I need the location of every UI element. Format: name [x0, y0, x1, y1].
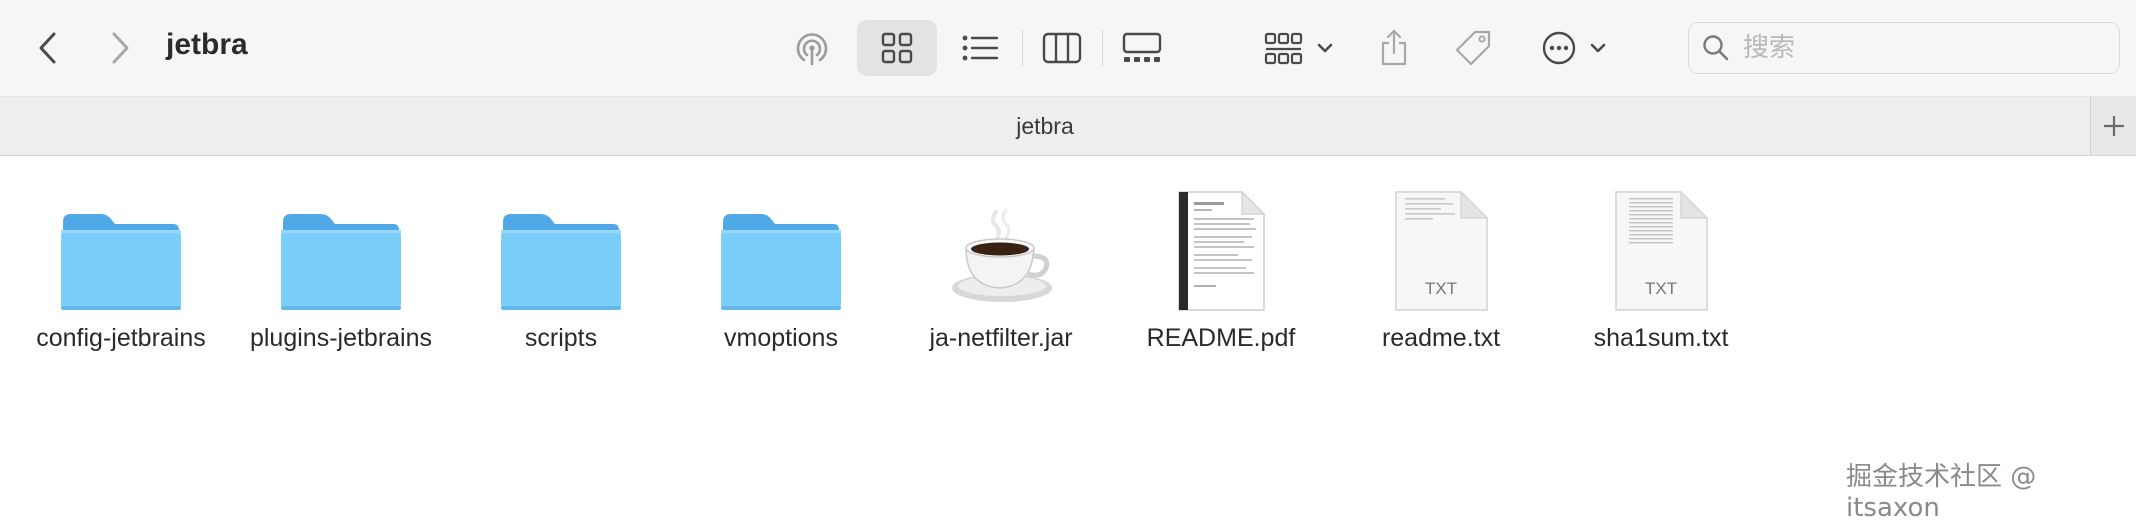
txt-badge: TXT: [1645, 279, 1677, 298]
file-name: sha1sum.txt: [1593, 324, 1729, 352]
text-document-icon: TXT: [1615, 190, 1709, 311]
column-view-button[interactable]: [1034, 20, 1090, 76]
tab-jetbra[interactable]: jetbra: [0, 97, 2090, 155]
chevron-down-icon: [1590, 43, 1606, 53]
list-icon: [962, 35, 999, 61]
tag-icon: [1455, 30, 1491, 66]
list-view-button[interactable]: [952, 20, 1008, 76]
pdf-document-icon: [1178, 190, 1266, 311]
grid-icon: [881, 32, 913, 64]
text-document-icon: TXT: [1395, 190, 1489, 311]
file-name: README.pdf: [1146, 324, 1296, 352]
file-name: scripts: [524, 324, 598, 352]
icon-view-button[interactable]: [857, 20, 937, 76]
share-icon: [1381, 29, 1407, 66]
file-item[interactable]: config-jetbrains: [11, 182, 231, 372]
chevron-down-icon: [1317, 43, 1333, 53]
group-by-button[interactable]: [1258, 20, 1340, 76]
file-item[interactable]: ja-netfilter.jar: [891, 182, 1111, 372]
plus-icon: [2104, 116, 2124, 136]
search-icon: [1703, 35, 1729, 61]
airdrop-button[interactable]: [786, 20, 838, 76]
gallery-view-button[interactable]: [1114, 20, 1170, 76]
more-actions-button[interactable]: [1534, 20, 1614, 76]
file-item[interactable]: README.pdf: [1111, 182, 1331, 372]
window-title: jetbra: [166, 28, 248, 61]
chevron-right-icon: [112, 32, 129, 64]
file-item[interactable]: vmoptions: [671, 182, 891, 372]
java-coffee-cup-icon: [952, 208, 1052, 302]
folder-icon: [501, 214, 621, 310]
more-actions-icon: [1542, 31, 1576, 65]
toolbar: jetbra: [0, 0, 2136, 96]
search-field[interactable]: [1688, 22, 2120, 74]
toolbar-divider: [1022, 30, 1023, 66]
txt-badge: TXT: [1425, 279, 1457, 298]
new-tab-button[interactable]: [2090, 97, 2136, 155]
columns-icon: [1042, 32, 1082, 64]
tab-bar: jetbra: [0, 96, 2136, 156]
chevron-left-icon: [39, 32, 56, 64]
airdrop-icon: [796, 33, 828, 66]
file-name: readme.txt: [1381, 324, 1501, 352]
search-input[interactable]: [1741, 32, 2105, 64]
file-name: vmoptions: [724, 324, 838, 352]
folder-icon: [281, 214, 401, 310]
forward-button[interactable]: [100, 24, 140, 72]
file-name: config-jetbrains: [36, 324, 206, 352]
file-name: plugins-jetbrains: [249, 324, 433, 352]
back-button[interactable]: [28, 24, 68, 72]
toolbar-divider: [1102, 30, 1103, 66]
tag-button[interactable]: [1450, 20, 1496, 76]
file-name: ja-netfilter.jar: [929, 324, 1073, 352]
file-item[interactable]: plugins-jetbrains: [231, 182, 451, 372]
file-item[interactable]: TXT readme.txt: [1331, 182, 1551, 372]
folder-icon: [721, 214, 841, 310]
folder-icon: [61, 214, 181, 310]
group-by-icon: [1264, 32, 1303, 65]
gallery-icon: [1122, 32, 1162, 62]
file-item[interactable]: scripts: [451, 182, 671, 372]
share-button[interactable]: [1372, 20, 1416, 76]
file-item[interactable]: TXT sha1sum.txt: [1551, 182, 1771, 372]
watermark: 掘金技术社区 @ itsaxon: [1846, 462, 2037, 523]
